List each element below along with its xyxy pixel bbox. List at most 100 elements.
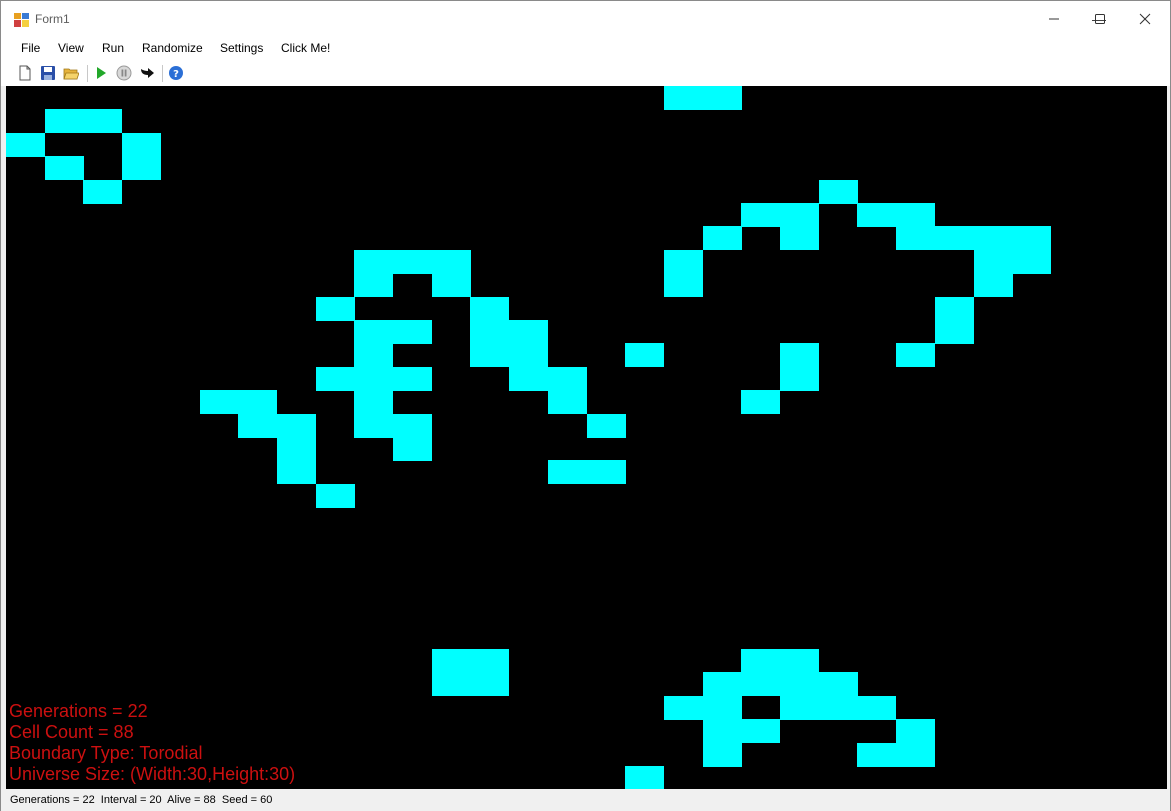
- alive-cell[interactable]: [625, 766, 665, 789]
- alive-cell[interactable]: [702, 672, 742, 697]
- alive-cell[interactable]: [470, 672, 510, 697]
- open-folder-icon[interactable]: [63, 65, 79, 81]
- next-step-icon[interactable]: [139, 65, 155, 81]
- alive-cell[interactable]: [625, 343, 665, 368]
- close-button[interactable]: [1122, 1, 1168, 37]
- alive-cell[interactable]: [741, 719, 781, 744]
- alive-cell[interactable]: [896, 203, 936, 227]
- alive-cell[interactable]: [509, 366, 549, 391]
- alive-cell[interactable]: [857, 203, 897, 227]
- menu-run[interactable]: Run: [102, 41, 124, 55]
- alive-cell[interactable]: [431, 273, 471, 298]
- alive-cell[interactable]: [818, 695, 858, 720]
- alive-cell[interactable]: [354, 366, 394, 391]
- alive-cell[interactable]: [44, 156, 84, 181]
- minimize-button-glyph[interactable]: [1031, 1, 1077, 37]
- alive-cell[interactable]: [431, 249, 471, 274]
- alive-cell[interactable]: [1012, 226, 1052, 251]
- pause-icon[interactable]: [116, 65, 132, 81]
- alive-cell[interactable]: [122, 156, 162, 181]
- alive-cell[interactable]: [470, 649, 510, 673]
- alive-cell[interactable]: [857, 695, 897, 720]
- alive-cell[interactable]: [702, 86, 742, 110]
- alive-cell[interactable]: [315, 366, 355, 391]
- alive-cell[interactable]: [315, 483, 355, 508]
- alive-cell[interactable]: [44, 109, 84, 134]
- play-icon[interactable]: [93, 65, 109, 81]
- alive-cell[interactable]: [470, 343, 510, 368]
- alive-cell[interactable]: [83, 179, 123, 204]
- alive-cell[interactable]: [470, 296, 510, 321]
- maximize-button[interactable]: [1077, 1, 1123, 37]
- alive-cell[interactable]: [896, 742, 936, 767]
- menu-view[interactable]: View: [58, 41, 84, 55]
- alive-cell[interactable]: [276, 413, 316, 438]
- alive-cell[interactable]: [702, 695, 742, 720]
- alive-cell[interactable]: [276, 460, 316, 485]
- alive-cell[interactable]: [354, 390, 394, 415]
- alive-cell[interactable]: [741, 390, 781, 415]
- alive-cell[interactable]: [586, 413, 626, 438]
- alive-cell[interactable]: [547, 460, 587, 485]
- alive-cell[interactable]: [702, 719, 742, 744]
- alive-cell[interactable]: [431, 672, 471, 697]
- universe-grid[interactable]: Generations = 22 Cell Count = 88 Boundar…: [6, 86, 1167, 789]
- alive-cell[interactable]: [973, 249, 1013, 274]
- alive-cell[interactable]: [780, 226, 819, 251]
- alive-cell[interactable]: [780, 649, 819, 673]
- alive-cell[interactable]: [431, 649, 471, 673]
- alive-cell[interactable]: [354, 249, 394, 274]
- alive-cell[interactable]: [896, 226, 936, 251]
- alive-cell[interactable]: [122, 132, 162, 157]
- alive-cell[interactable]: [663, 273, 703, 298]
- alive-cell[interactable]: [354, 320, 394, 344]
- alive-cell[interactable]: [973, 226, 1013, 251]
- alive-cell[interactable]: [354, 273, 394, 298]
- alive-cell[interactable]: [354, 343, 394, 368]
- alive-cell[interactable]: [934, 320, 974, 344]
- alive-cell[interactable]: [393, 413, 432, 438]
- alive-cell[interactable]: [780, 343, 819, 368]
- alive-cell[interactable]: [741, 649, 781, 673]
- alive-cell[interactable]: [934, 296, 974, 321]
- menu-randomize[interactable]: Randomize: [142, 41, 203, 55]
- help-icon[interactable]: ?: [168, 65, 184, 81]
- alive-cell[interactable]: [702, 742, 742, 767]
- alive-cell[interactable]: [470, 320, 510, 344]
- alive-cell[interactable]: [199, 390, 239, 415]
- alive-cell[interactable]: [973, 273, 1013, 298]
- alive-cell[interactable]: [393, 366, 432, 391]
- alive-cell[interactable]: [393, 437, 432, 461]
- alive-cell[interactable]: [586, 460, 626, 485]
- alive-cell[interactable]: [354, 413, 394, 438]
- alive-cell[interactable]: [741, 203, 781, 227]
- alive-cell[interactable]: [238, 390, 278, 415]
- alive-cell[interactable]: [276, 437, 316, 461]
- save-icon[interactable]: [40, 65, 56, 81]
- alive-cell[interactable]: [6, 132, 45, 157]
- alive-cell[interactable]: [663, 695, 703, 720]
- alive-cell[interactable]: [393, 320, 432, 344]
- alive-cell[interactable]: [857, 742, 897, 767]
- alive-cell[interactable]: [934, 226, 974, 251]
- alive-cell[interactable]: [509, 343, 549, 368]
- alive-cell[interactable]: [780, 366, 819, 391]
- alive-cell[interactable]: [818, 672, 858, 697]
- alive-cell[interactable]: [818, 179, 858, 204]
- alive-cell[interactable]: [315, 296, 355, 321]
- alive-cell[interactable]: [393, 249, 432, 274]
- menu-click-me[interactable]: Click Me!: [281, 41, 330, 55]
- alive-cell[interactable]: [896, 719, 936, 744]
- alive-cell[interactable]: [663, 249, 703, 274]
- menu-file[interactable]: File: [21, 41, 40, 55]
- alive-cell[interactable]: [83, 109, 123, 134]
- new-file-icon[interactable]: [17, 65, 33, 81]
- alive-cell[interactable]: [1012, 249, 1052, 274]
- alive-cell[interactable]: [741, 672, 781, 697]
- alive-cell[interactable]: [547, 366, 587, 391]
- alive-cell[interactable]: [780, 672, 819, 697]
- alive-cell[interactable]: [702, 226, 742, 251]
- alive-cell[interactable]: [896, 343, 936, 368]
- alive-cell[interactable]: [509, 320, 549, 344]
- alive-cell[interactable]: [547, 390, 587, 415]
